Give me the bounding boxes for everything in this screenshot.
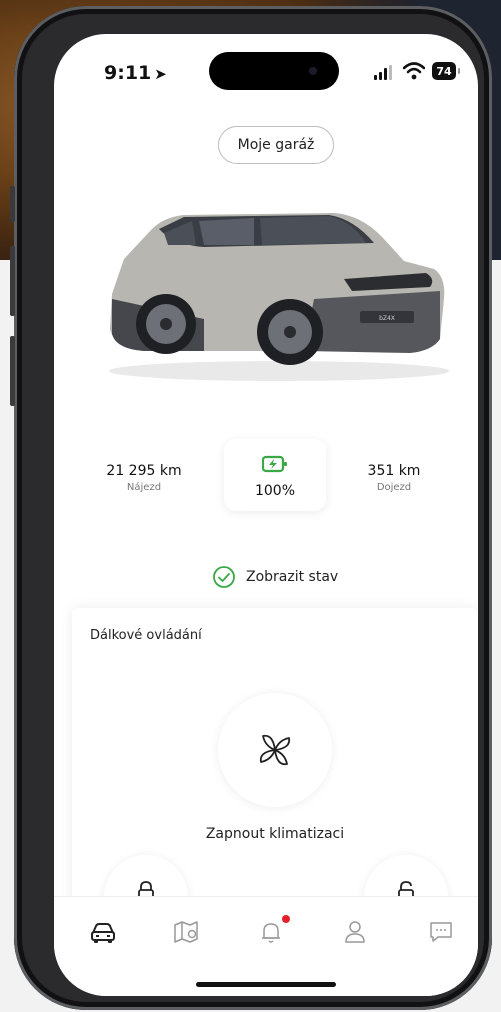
- charge-card[interactable]: 100%: [224, 439, 326, 511]
- bell-icon: [262, 923, 280, 943]
- battery-level: 74: [436, 64, 452, 78]
- remote-control-card: Dálkové ovládání Zapnout klimatizaci: [72, 608, 478, 939]
- status-time-text: 9:11: [104, 62, 152, 84]
- climate-button[interactable]: [218, 693, 332, 807]
- chat-icon: [430, 922, 452, 942]
- home-indicator[interactable]: [196, 982, 336, 987]
- mileage-stat: 21 295 km Nájezd: [94, 463, 194, 493]
- phone-frame: 9:11 ➤ 74 Moje garáž bZ4X 21 295 km Náje…: [10, 6, 492, 1010]
- range-label: Dojezd: [376, 482, 412, 493]
- check-circle-icon: [213, 566, 235, 588]
- tab-messages[interactable]: [426, 917, 462, 953]
- battery-charging-icon: [262, 455, 287, 473]
- license-plate: bZ4X: [379, 315, 395, 322]
- location-arrow-icon: ➤: [154, 65, 167, 83]
- car-image: bZ4X: [104, 199, 449, 384]
- my-garage-button[interactable]: Moje garáž: [218, 126, 334, 164]
- phone-side-button: [10, 336, 15, 406]
- tab-map[interactable]: [171, 917, 207, 953]
- show-status-button[interactable]: Zobrazit stav: [212, 564, 338, 590]
- camera-icon: [309, 67, 317, 75]
- status-bar: 9:11 ➤ 74: [54, 34, 478, 104]
- show-status-label: Zobrazit stav: [246, 569, 339, 585]
- wifi-icon: [402, 62, 426, 80]
- car-icon: [91, 923, 115, 943]
- phone-side-button: [10, 186, 15, 222]
- map-icon: [174, 921, 198, 943]
- vehicle-stats: 21 295 km Nájezd 100% 351 km Dojezd: [54, 439, 478, 539]
- person-icon: [345, 921, 365, 943]
- range-stat: 351 km Dojezd: [354, 463, 434, 493]
- charge-percent: 100%: [254, 483, 296, 499]
- bottom-tab-bar: [54, 896, 478, 996]
- range-value: 351 km: [367, 463, 421, 479]
- notification-badge: [282, 915, 290, 923]
- dynamic-island: [209, 52, 339, 90]
- tab-notifications[interactable]: [256, 915, 292, 953]
- fan-icon: [259, 734, 291, 766]
- cellular-signal-icon: [374, 64, 396, 80]
- climate-label: Zapnout klimatizaci: [205, 826, 345, 842]
- phone-side-button: [10, 246, 15, 316]
- tab-car[interactable]: [88, 917, 124, 953]
- battery-icon: 74: [432, 62, 460, 80]
- remote-control-title: Dálkové ovládání: [90, 628, 202, 643]
- mileage-value: 21 295 km: [106, 463, 182, 479]
- my-garage-label: Moje garáž: [237, 137, 315, 153]
- status-time: 9:11 ➤: [104, 62, 167, 84]
- mileage-label: Nájezd: [126, 482, 162, 493]
- tab-profile[interactable]: [340, 917, 376, 953]
- app-screen: 9:11 ➤ 74 Moje garáž bZ4X 21 295 km Náje…: [54, 34, 478, 996]
